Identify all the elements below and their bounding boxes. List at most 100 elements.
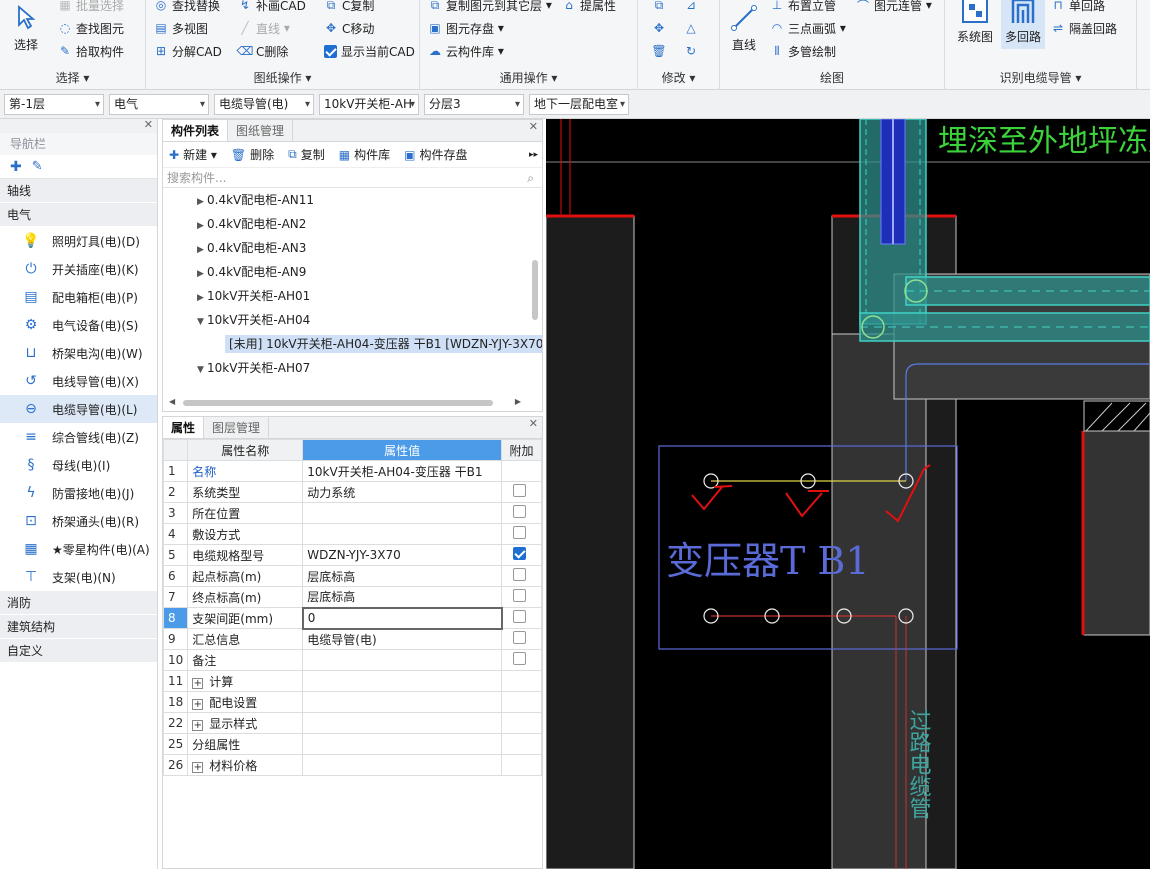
property-value[interactable] (302, 502, 502, 524)
ribbon-group-common-ops-title[interactable]: 通用操作 ▾ (420, 69, 637, 86)
explode-cad-button[interactable]: ⊞ 分解CAD (154, 41, 222, 61)
nav-item-bracket[interactable]: ⊤ 支架(电)(N) (0, 563, 157, 591)
element-connect-pipe-button[interactable]: ⌒ 图元连管 ▾ (856, 0, 932, 15)
component-select[interactable]: 10kV开关柜-AH (319, 94, 419, 115)
nav-item-busbar[interactable]: § 母线(电)(I) (0, 451, 157, 479)
element-save-button[interactable]: ▣ 图元存盘 ▾ (428, 18, 504, 38)
overflow-icon[interactable]: ▸▸ (529, 150, 538, 160)
expanded-arrow-icon[interactable]: ▼ (197, 358, 207, 382)
tree-item[interactable]: ▶ 0.4kV配电柜-AN2 (163, 212, 542, 236)
property-row[interactable]: 25 分组属性 (162, 733, 542, 755)
collapsed-arrow-icon[interactable]: ▶ (197, 286, 207, 310)
component-search-input[interactable]: 搜索构件... ⌕ (163, 168, 542, 188)
property-value[interactable]: 电缆导管(电) (302, 628, 502, 650)
property-value[interactable] (302, 754, 502, 776)
collapsed-arrow-icon[interactable]: ▶ (197, 238, 207, 262)
single-circuit-button[interactable]: ⊓ 单回路 (1051, 0, 1105, 15)
nav-category-structure[interactable]: 建筑结构 (0, 615, 157, 639)
ribbon-group-recognize-title[interactable]: 识别电缆导管 ▾ (945, 69, 1136, 86)
close-icon[interactable]: ✕ (144, 118, 153, 131)
checkbox-icon[interactable] (513, 652, 526, 665)
checkbox-icon[interactable] (513, 568, 526, 581)
property-value[interactable]: 层底标高 (302, 586, 502, 608)
expand-plus-icon[interactable]: + (192, 698, 204, 710)
property-value[interactable]: 0 (301, 606, 503, 630)
add-icon[interactable]: ✚ (10, 159, 22, 175)
property-row[interactable]: 26 + 材料价格 (162, 754, 542, 776)
close-icon[interactable]: ✕ (529, 417, 538, 430)
checkbox-icon[interactable] (513, 631, 526, 644)
cloud-library-button[interactable]: ☁ 云构件库 ▾ (428, 41, 504, 61)
collapsed-arrow-icon[interactable]: ▶ (197, 262, 207, 286)
property-row[interactable]: 9 汇总信息 电缆导管(电) (162, 628, 542, 650)
component-type-select[interactable]: 电缆导管(电) (214, 94, 314, 115)
nav-category-axis[interactable]: 轴线 (0, 179, 157, 203)
skip-circuit-button[interactable]: ⇌ 隔盖回路 (1051, 18, 1117, 38)
find-replace-button[interactable]: ◎ 查找替换 (154, 0, 220, 15)
property-value[interactable]: 10kV开关柜-AH04-变压器 干B1 (302, 460, 502, 482)
add-cad-button[interactable]: ↯ 补画CAD (238, 0, 306, 15)
modify-copy-button[interactable]: ⧉ (652, 0, 670, 15)
tab-drawing-management[interactable]: 图纸管理 (228, 120, 294, 141)
modify-mirror-button[interactable]: ⊿ (684, 0, 702, 15)
nav-item-switch[interactable]: ⏻ 开关插座(电)(K) (0, 255, 157, 283)
sublayer-select[interactable]: 分层3 (424, 94, 524, 115)
multi-view-button[interactable]: ▤ 多视图 (154, 18, 208, 38)
property-row[interactable]: 11 + 计算 (162, 670, 542, 692)
expand-plus-icon[interactable]: + (192, 761, 204, 773)
property-value[interactable] (302, 649, 502, 671)
ribbon-group-select-title[interactable]: 选择 ▾ (0, 69, 145, 86)
line-dropdown-button[interactable]: ╱ 直线 ▾ (238, 18, 289, 38)
close-icon[interactable]: ✕ (529, 120, 538, 133)
extract-property-button[interactable]: ⌂ 提属性 (562, 0, 616, 15)
tree-item[interactable]: ▶ 0.4kV配电柜-AN9 (163, 260, 542, 284)
discipline-select[interactable]: 电气 (109, 94, 209, 115)
property-row[interactable]: 18 + 配电设置 (162, 691, 542, 713)
property-row[interactable]: 3 所在位置 (162, 502, 542, 524)
expand-plus-icon[interactable]: + (192, 719, 204, 731)
ribbon-group-modify-title[interactable]: 修改 ▾ (638, 69, 719, 86)
copy-to-other-layer-button[interactable]: ⧉ 复制图元到其它层 ▾ (428, 0, 552, 15)
multi-pipe-draw-button[interactable]: ⫴ 多管绘制 (770, 41, 836, 61)
tree-item[interactable]: ▶ 0.4kV配电柜-AN11 (163, 188, 542, 212)
edit-icon[interactable]: ✎ (32, 159, 43, 174)
c-delete-button[interactable]: ⌫ C删除 (237, 41, 289, 61)
drawing-select[interactable]: 地下一层配电室 (529, 94, 629, 115)
scroll-left-icon[interactable]: ◀ (169, 397, 175, 406)
checkbox-icon[interactable] (513, 484, 526, 497)
nav-item-device[interactable]: ⚙ 电气设备(电)(S) (0, 311, 157, 339)
nav-item-tray-fitting[interactable]: ⊡ 桥架通头(电)(R) (0, 507, 157, 535)
c-move-button[interactable]: ✥ C移动 (324, 18, 374, 38)
modify-rotate-button[interactable]: ↻ (684, 41, 702, 61)
modify-triangle-button[interactable]: △ (684, 18, 702, 38)
nav-item-tray[interactable]: ⊔ 桥架电沟(电)(W) (0, 339, 157, 367)
tree-item[interactable]: ▶ 0.4kV配电柜-AN3 (163, 236, 542, 260)
scroll-thumb[interactable] (183, 400, 493, 406)
three-point-arc-button[interactable]: ◠ 三点画弧 ▾ (770, 18, 846, 38)
property-value[interactable]: 层底标高 (302, 565, 502, 587)
property-row[interactable]: 22 + 显示样式 (162, 712, 542, 734)
new-button[interactable]: ✚ 新建 ▾ (169, 146, 217, 163)
property-row[interactable]: 10 备注 (162, 649, 542, 671)
expanded-arrow-icon[interactable]: ▼ (197, 310, 207, 334)
property-value[interactable] (302, 670, 502, 692)
property-row[interactable]: 5 电缆规格型号 WDZN-YJY-3X70 (162, 544, 542, 566)
nav-item-lightning[interactable]: ϟ 防雷接地(电)(J) (0, 479, 157, 507)
floor-select[interactable]: 第-1层 (4, 94, 104, 115)
delete-button[interactable]: 🗑 删除 (231, 146, 274, 163)
tree-item[interactable]: [未用] 10kV开关柜-AH04-变压器 干B1 [WDZN-YJY-3X70 (163, 332, 542, 356)
checkbox-icon[interactable] (513, 526, 526, 539)
tree-item[interactable]: ▼ 10kV开关柜-AH07 (163, 356, 542, 380)
property-value[interactable] (302, 733, 502, 755)
checkbox-icon[interactable] (513, 589, 526, 602)
property-row[interactable]: 7 终点标高(m) 层底标高 (162, 586, 542, 608)
scroll-right-icon[interactable]: ▶ (515, 397, 521, 406)
modify-move-button[interactable]: ✥ (652, 18, 670, 38)
modify-delete-button[interactable]: 🗑 (651, 41, 670, 61)
nav-category-electrical[interactable]: 电气 (0, 203, 157, 227)
cad-drawing-canvas[interactable]: 埋深至外地坪冻土层以下 变压器T B1 过路电缆管 (546, 119, 1150, 869)
expand-plus-icon[interactable]: + (192, 677, 204, 689)
nav-item-bulb[interactable]: 💡 照明灯具(电)(D) (0, 227, 157, 255)
property-row[interactable]: 1 名称 10kV开关柜-AH04-变压器 干B1 (162, 460, 542, 482)
copy-button[interactable]: ⧉ 复制 (288, 146, 325, 163)
